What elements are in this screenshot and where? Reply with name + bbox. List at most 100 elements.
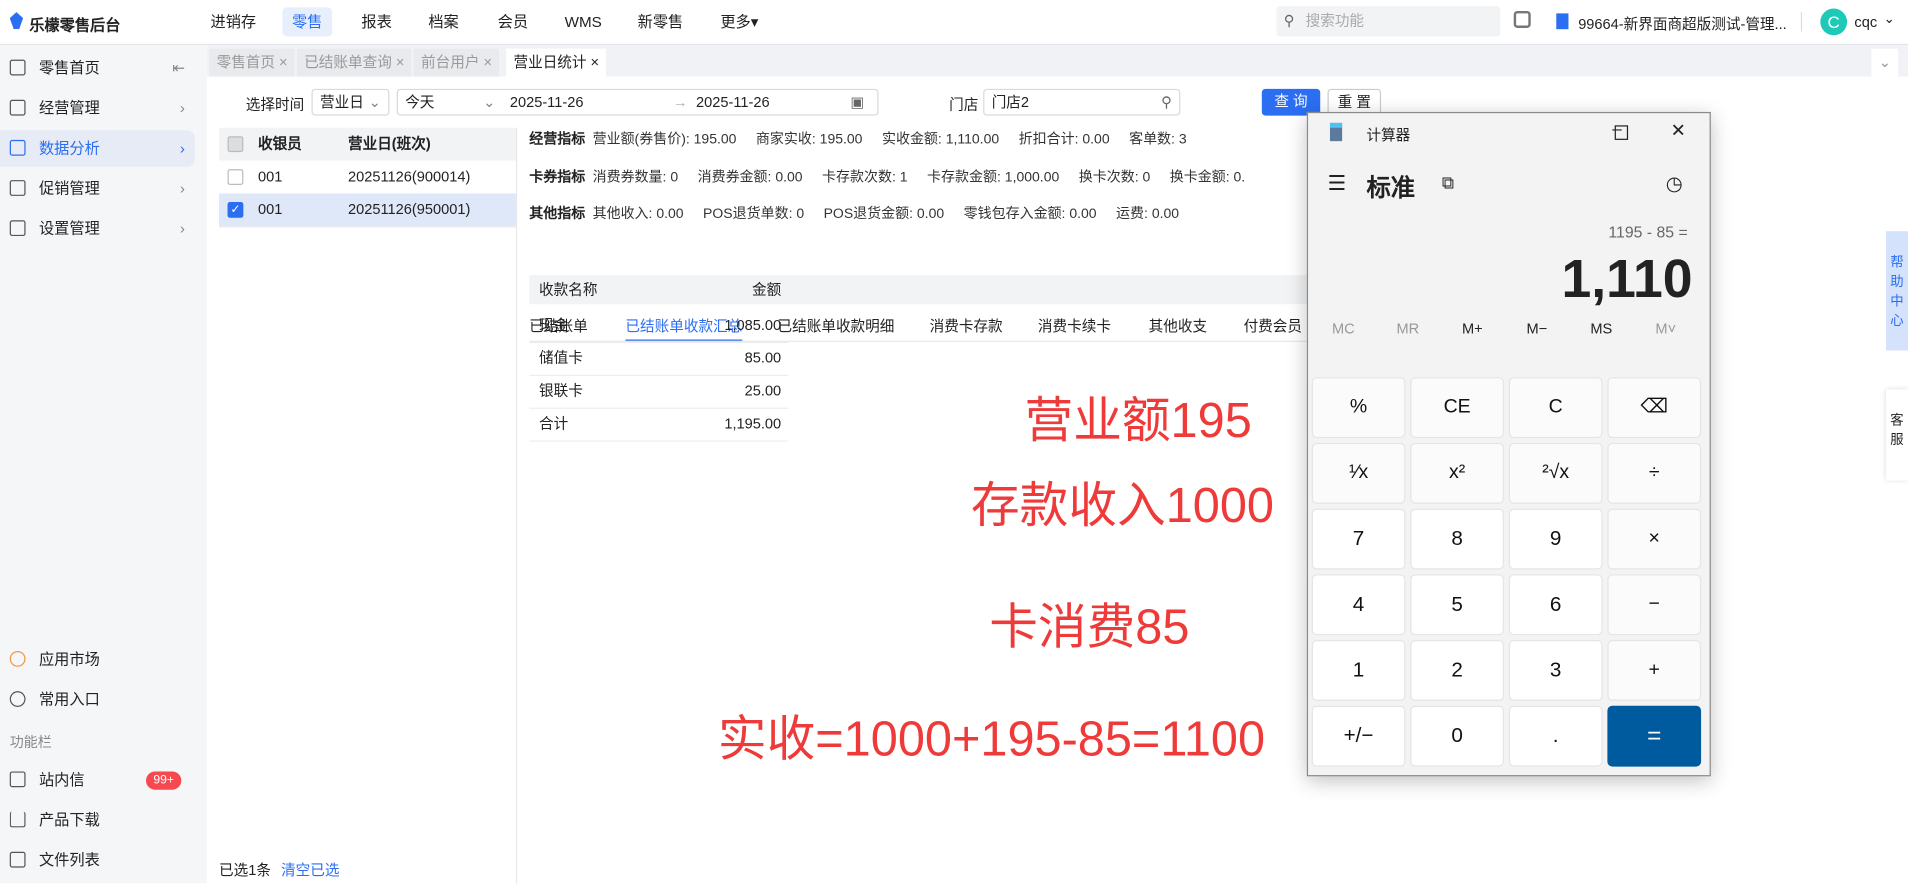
store-account[interactable]: 99664-新界面商超版测试-管理... (1578, 13, 1787, 34)
key-multiply-button[interactable]: × (1607, 508, 1702, 570)
customer-service-button[interactable]: 客服 (1886, 389, 1908, 481)
date-to[interactable]: 2025-11-26 (696, 90, 770, 114)
tab-daily-stats[interactable]: 营业日统计 × (506, 48, 607, 77)
key-sqrt-button[interactable]: ²√x (1508, 442, 1603, 504)
mode-title: 标准 (1366, 175, 1416, 202)
help-center-button[interactable]: 帮助中心 (1886, 231, 1908, 351)
key-subtract-button[interactable]: − (1607, 574, 1702, 636)
calendar-icon[interactable]: ▣ (851, 90, 865, 114)
key-3-button[interactable]: 3 (1508, 640, 1603, 701)
col-amount[interactable]: 金额 (752, 275, 781, 304)
nav-wms[interactable]: WMS (555, 7, 612, 36)
key-percent-button[interactable]: % (1311, 377, 1406, 439)
key-decimal-button[interactable]: . (1508, 705, 1603, 767)
store-input[interactable]: 门店2 ⚲ (983, 88, 1181, 116)
maximize-button[interactable] (1614, 125, 1629, 140)
select-all-checkbox[interactable] (227, 136, 244, 153)
sidebar-files[interactable]: 文件列表 (0, 842, 195, 879)
table-row-total: 合计 1,195.00 (529, 408, 789, 442)
m-plus-button[interactable]: M+ (1442, 320, 1503, 337)
date-from[interactable]: 2025-11-26 (510, 90, 584, 114)
key-clear-button[interactable]: C (1508, 377, 1603, 439)
logo-icon (9, 12, 24, 30)
print-icon[interactable] (1513, 10, 1531, 28)
sidebar-item-business[interactable]: 经营管理 › (0, 90, 195, 127)
tab-front-users[interactable]: 前台用户 × (413, 48, 500, 77)
mr-button[interactable]: MR (1377, 320, 1438, 337)
nav-member[interactable]: 会员 (488, 7, 538, 36)
search-input[interactable]: ⚲ 搜索功能 (1276, 6, 1501, 37)
mc-button[interactable]: MC (1313, 320, 1374, 337)
selected-count: 已选1条 (219, 861, 271, 879)
row-checkbox-checked[interactable]: ✓ (227, 201, 244, 218)
close-button[interactable]: ✕ (1671, 119, 1686, 141)
nav-report[interactable]: 报表 (352, 7, 402, 36)
unread-badge: 99+ (146, 771, 182, 790)
tabs-dropdown-icon[interactable]: ⌄ (1871, 48, 1899, 77)
key-ce-button[interactable]: CE (1410, 377, 1504, 439)
payment-table-header: 收款名称 金额 (529, 274, 1309, 305)
table-row[interactable]: 001 20251126(900014) (219, 161, 516, 195)
nav-more[interactable]: 更多▾ (711, 7, 769, 36)
tab-bill-query[interactable]: 已结账单查询 × (296, 48, 412, 77)
key-2-button[interactable]: 2 (1410, 640, 1504, 701)
col-business-day[interactable]: 营业日(班次) (348, 128, 431, 161)
key-6-button[interactable]: 6 (1508, 574, 1603, 636)
col-cashier[interactable]: 收银员 (258, 128, 302, 161)
key-reciprocal-button[interactable]: ¹⁄x (1311, 442, 1406, 504)
subtab-paid-member[interactable]: 付费会员 (1244, 315, 1302, 339)
key-7-button[interactable]: 7 (1311, 508, 1406, 570)
subtab-card-renew[interactable]: 消费卡续卡 (1038, 315, 1111, 339)
nav-new-retail[interactable]: 新零售 (628, 7, 693, 36)
metrics-card: 卡券指标 消费券数量: 0 消费券金额: 0.00 卡存款次数: 1 卡存款金额: 1,… (529, 170, 1246, 185)
key-add-button[interactable]: + (1607, 640, 1702, 701)
avatar[interactable]: C (1820, 8, 1848, 36)
col-payment-name[interactable]: 收款名称 (539, 275, 597, 304)
nav-retail[interactable]: 零售 (282, 7, 333, 37)
clear-selection-link[interactable]: 清空已选 (281, 859, 339, 880)
sidebar-download[interactable]: 产品下载 (0, 802, 195, 839)
nav-jxc[interactable]: 进销存 (201, 7, 266, 36)
user-name[interactable]: cqc (1854, 13, 1877, 30)
key-8-button[interactable]: 8 (1410, 508, 1504, 570)
table-row[interactable]: ✓ 001 20251126(950001) (219, 193, 516, 228)
sidebar-item-home[interactable]: 零售首页 ⇤ (0, 50, 195, 87)
tabs-bar: 零售首页 × 已结账单查询 × 前台用户 × 营业日统计 × ⌄ (206, 45, 1908, 77)
subtab-other-income[interactable]: 其他收支 (1149, 315, 1207, 339)
home-icon (9, 59, 26, 76)
m-minus-button[interactable]: M− (1506, 320, 1567, 337)
sidebar-app-market[interactable]: 应用市场 (0, 641, 195, 678)
collapse-icon[interactable]: ⇤ (172, 50, 185, 87)
range-select[interactable]: 今天 (405, 94, 434, 111)
menu-icon[interactable]: ☰ (1328, 172, 1347, 196)
key-square-button[interactable]: x² (1410, 442, 1504, 504)
tab-retail-home[interactable]: 零售首页 × (209, 48, 295, 77)
sidebar-favorites[interactable]: 常用入口 (0, 681, 195, 718)
key-0-button[interactable]: 0 (1410, 705, 1504, 767)
ms-button[interactable]: MS (1571, 320, 1632, 337)
sidebar-item-analysis[interactable]: 数据分析 › (0, 130, 195, 167)
key-9-button[interactable]: 9 (1508, 508, 1603, 570)
monitor-icon (9, 99, 26, 116)
key-4-button[interactable]: 4 (1311, 574, 1406, 636)
row-checkbox[interactable] (227, 169, 244, 185)
sidebar-item-promo[interactable]: 促销管理 › (0, 170, 195, 207)
date-range-picker[interactable]: 今天 ⌄ 2025-11-26 → 2025-11-26 ▣ (396, 88, 879, 116)
sidebar-messages[interactable]: 站内信 99+ (0, 762, 195, 799)
subtab-card-deposit[interactable]: 消费卡存款 (930, 315, 1003, 339)
keep-on-top-icon[interactable]: ⧉ (1442, 173, 1454, 194)
nav-archive[interactable]: 档案 (419, 7, 469, 36)
chevron-down-icon[interactable]: ⌄ (1884, 11, 1895, 27)
history-icon[interactable]: ◷ (1666, 172, 1683, 196)
key-1-button[interactable]: 1 (1311, 640, 1406, 701)
key-5-button[interactable]: 5 (1410, 574, 1504, 636)
key-negate-button[interactable]: +/− (1311, 705, 1406, 767)
time-type-select[interactable]: 营业日 ⌄ (311, 88, 390, 116)
memory-list-button[interactable]: M˅ (1635, 320, 1696, 337)
subtab-payment-detail[interactable]: 已结账单收款明细 (778, 315, 895, 339)
key-equals-button[interactable]: = (1607, 705, 1702, 767)
key-backspace-button[interactable]: ⌫ (1607, 377, 1702, 439)
sidebar-item-settings[interactable]: 设置管理 › (0, 211, 195, 248)
key-divide-button[interactable]: ÷ (1607, 442, 1702, 504)
expression: 1195 - 85 = (1608, 222, 1688, 241)
